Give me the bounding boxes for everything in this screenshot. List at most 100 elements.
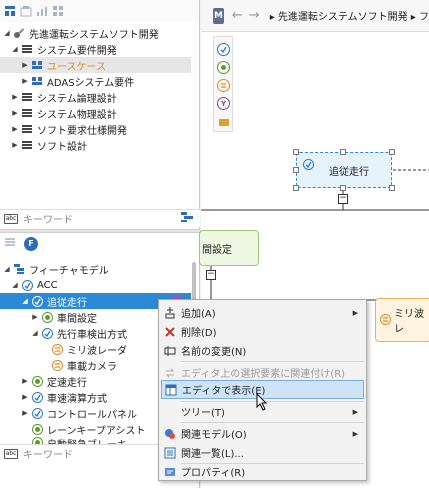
top-search-input[interactable]: キーワード bbox=[23, 211, 73, 226]
expand-arrow-icon[interactable]: ▶ bbox=[30, 313, 40, 321]
expand-arrow-icon[interactable]: ▶ bbox=[10, 93, 20, 101]
feature-item-label: 定速走行 bbox=[47, 377, 87, 389]
diagram-node-distance[interactable]: 間設定 bbox=[199, 230, 259, 266]
menu-item-related-list[interactable]: 関連一覧(L)... bbox=[161, 443, 364, 462]
feature-model-icon bbox=[12, 263, 26, 275]
collapse-arrow-icon[interactable]: ◢ bbox=[10, 281, 20, 289]
menu-item-related-model[interactable]: 関連モデル(O) ▶ bbox=[161, 424, 364, 443]
menu-item-properties[interactable]: プロパティ(R) bbox=[161, 462, 364, 481]
tree-item-sw-req[interactable]: ▶ ソフト要求仕様開発 bbox=[10, 121, 127, 137]
resize-handle[interactable] bbox=[389, 185, 395, 191]
feature-check-icon bbox=[20, 279, 34, 291]
tree-item-adas-req[interactable]: ▶ ADASシステム要件 bbox=[20, 73, 134, 89]
feature-mandatory-icon bbox=[40, 311, 54, 323]
feature-check-icon bbox=[40, 327, 54, 339]
feature-item-label: 自動緊急ブレーキ bbox=[47, 436, 127, 444]
collapse-arrow-icon[interactable]: ◢ bbox=[20, 297, 30, 305]
keyboard-icon: abc bbox=[4, 213, 18, 224]
expand-arrow-icon[interactable]: ▶ bbox=[20, 77, 30, 85]
expand-arrow-icon[interactable]: ▶ bbox=[10, 141, 20, 149]
panel-splitter[interactable] bbox=[0, 229, 200, 233]
requirement-package-icon bbox=[30, 75, 44, 87]
context-menu: 追加(A) ▶ 削除(D) 名前の変更(N) エディタ上の選択要素に関連付け(R… bbox=[158, 299, 367, 481]
resize-handle[interactable] bbox=[293, 185, 299, 191]
feature-check-icon bbox=[303, 159, 314, 171]
bottom-search-input[interactable]: キーワード bbox=[23, 446, 73, 461]
resize-handle[interactable] bbox=[340, 185, 346, 191]
menu-item-label: 削除(D) bbox=[181, 328, 217, 339]
filter-tree-icon[interactable] bbox=[180, 211, 194, 226]
project-icon bbox=[12, 27, 26, 39]
grid-icon[interactable] bbox=[52, 5, 64, 17]
node-label: 追従走行 bbox=[329, 166, 369, 178]
feature-item-label: 車間設定 bbox=[57, 313, 97, 325]
browser-toolbar bbox=[0, 0, 199, 22]
feature-check-icon bbox=[30, 391, 44, 403]
submenu-arrow-icon: ▶ bbox=[352, 407, 358, 416]
chart-icon[interactable] bbox=[36, 5, 48, 17]
menu-item-add[interactable]: 追加(A) ▶ bbox=[161, 303, 364, 322]
tree-item-physical[interactable]: ▶ システム物理設計 bbox=[10, 105, 117, 121]
feature-alternative-icon bbox=[380, 314, 391, 326]
tree-item-label: ソフト設計 bbox=[37, 141, 87, 153]
tree-item-sw-design[interactable]: ▶ ソフト設計 bbox=[10, 137, 87, 153]
feature-item-speed-calc[interactable]: ▶ 車速演算方式 bbox=[20, 389, 107, 405]
node-label: ミリ波レ bbox=[394, 309, 424, 335]
collapse-arrow-icon[interactable]: ◢ bbox=[2, 265, 12, 273]
feature-item-aeb[interactable]: 自動緊急ブレーキ bbox=[30, 436, 127, 444]
rename-icon bbox=[163, 344, 177, 358]
feature-item-cruise[interactable]: ▶ 定速走行 bbox=[20, 373, 87, 389]
tree-item-label: ソフト要求仕様開発 bbox=[37, 125, 127, 137]
feature-root[interactable]: ◢ フィーチャモデル bbox=[2, 261, 109, 277]
delete-icon bbox=[163, 325, 177, 339]
feature-check-icon bbox=[30, 295, 44, 307]
collapse-arrow-icon[interactable]: ◢ bbox=[10, 45, 20, 53]
menu-item-rename[interactable]: 名前の変更(N) bbox=[161, 341, 364, 360]
expand-arrow-icon[interactable]: ▶ bbox=[20, 409, 30, 417]
related-model-icon bbox=[163, 427, 177, 441]
hierarchy-icon[interactable] bbox=[4, 5, 16, 17]
expand-arrow-icon[interactable]: ▶ bbox=[20, 61, 30, 69]
feature-mandatory-icon bbox=[30, 423, 44, 435]
package-icon bbox=[20, 91, 34, 103]
layers-icon[interactable] bbox=[4, 236, 16, 251]
tree-item-usecase[interactable]: ▶ ユースケース bbox=[0, 57, 191, 73]
collapse-toggle[interactable]: − bbox=[338, 194, 348, 204]
feature-item-detection[interactable]: ◢ 先行車検出方式 bbox=[30, 325, 127, 341]
tree-item-label: システム要件開発 bbox=[37, 45, 117, 57]
feature-item-lane-keep[interactable]: レーンキープアシスト bbox=[30, 421, 146, 437]
tree-root[interactable]: ◢ 先進運転システムソフト開発 bbox=[2, 25, 159, 41]
tree-item-label: ユースケース bbox=[47, 61, 106, 73]
feature-item-label: 車載カメラ bbox=[67, 361, 117, 373]
diagram-node-radar[interactable]: ミリ波レ bbox=[375, 298, 429, 342]
collapse-arrow-icon[interactable]: ◢ bbox=[30, 329, 40, 337]
feature-item-control-panel[interactable]: ▶ コントロールパネル bbox=[20, 405, 137, 421]
resize-handle[interactable] bbox=[293, 149, 299, 155]
resize-handle[interactable] bbox=[293, 167, 299, 173]
package-icon bbox=[20, 139, 34, 151]
expand-arrow-icon[interactable]: ▶ bbox=[20, 393, 30, 401]
expand-arrow-icon[interactable]: ▶ bbox=[10, 125, 20, 133]
expand-arrow-icon[interactable]: ▶ bbox=[10, 109, 20, 117]
diagram-node-following[interactable]: 追従走行 bbox=[296, 152, 392, 188]
menu-item-delete[interactable]: 削除(D) bbox=[161, 322, 364, 341]
collapse-arrow-icon[interactable]: ◢ bbox=[2, 29, 12, 37]
feature-toolbar: F bbox=[4, 236, 38, 251]
feature-alternative-icon bbox=[50, 343, 64, 355]
feature-item-camera[interactable]: 車載カメラ bbox=[50, 357, 117, 373]
menu-separator bbox=[181, 422, 364, 423]
resize-handle[interactable] bbox=[340, 149, 346, 155]
collapse-toggle[interactable]: − bbox=[206, 270, 216, 280]
feature-item-acc[interactable]: ◢ ACC bbox=[10, 277, 58, 293]
feature-badge-icon[interactable]: F bbox=[24, 236, 38, 251]
feature-item-label: 車速演算方式 bbox=[47, 393, 107, 405]
usecase-package-icon bbox=[30, 59, 44, 71]
model-icon[interactable] bbox=[20, 5, 32, 17]
tree-item-logical[interactable]: ▶ システム論理設計 bbox=[10, 89, 117, 105]
resize-handle[interactable] bbox=[389, 149, 395, 155]
tree-item-system-req[interactable]: ◢ システム要件開発 bbox=[10, 41, 117, 57]
expand-arrow-icon[interactable]: ▶ bbox=[20, 377, 30, 385]
feature-alternative-icon bbox=[50, 359, 64, 371]
feature-item-radar[interactable]: ミリ波レーダ bbox=[50, 341, 127, 357]
feature-item-distance[interactable]: ▶ 車間設定 bbox=[30, 309, 97, 325]
